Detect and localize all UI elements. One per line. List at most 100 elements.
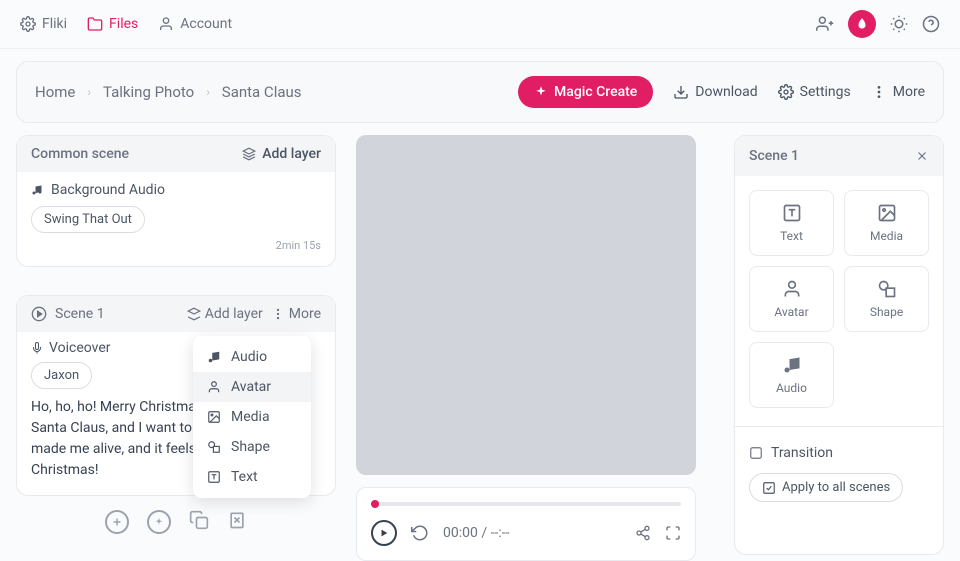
progress-bar[interactable] bbox=[371, 502, 681, 506]
dropdown-text-label: Text bbox=[231, 469, 258, 485]
duration-label: 2min 15s bbox=[31, 239, 321, 252]
brand-label: Fliki bbox=[42, 16, 67, 32]
preview-canvas[interactable] bbox=[356, 135, 696, 475]
progress-handle[interactable] bbox=[371, 500, 379, 508]
ai-scene-button[interactable] bbox=[147, 510, 171, 534]
scene-add-layer-button[interactable]: Add layer bbox=[187, 306, 263, 322]
more-label: More bbox=[893, 84, 925, 100]
copy-icon[interactable] bbox=[189, 510, 209, 530]
plus-icon bbox=[111, 516, 123, 528]
music-note-icon bbox=[207, 350, 221, 364]
user-avatar[interactable] bbox=[848, 10, 876, 38]
text-icon bbox=[207, 470, 221, 484]
user-icon bbox=[158, 16, 174, 32]
fullscreen-icon[interactable] bbox=[665, 525, 681, 541]
music-note-icon bbox=[31, 184, 43, 196]
player-left: 00:00 / --:-- bbox=[371, 520, 509, 546]
right-options: Transition Apply to all scenes bbox=[735, 431, 943, 516]
apply-all-button[interactable]: Apply to all scenes bbox=[749, 473, 903, 502]
chevron-right-icon: › bbox=[87, 85, 91, 99]
dropdown-avatar-label: Avatar bbox=[231, 379, 271, 395]
download-button[interactable]: Download bbox=[673, 84, 757, 100]
more-button[interactable]: More bbox=[871, 84, 925, 100]
nav-left: Fliki Files Account bbox=[20, 16, 232, 32]
theme-icon[interactable] bbox=[890, 15, 908, 33]
scene-title: Scene 1 bbox=[55, 306, 179, 322]
dropdown-text[interactable]: Text bbox=[193, 462, 311, 492]
gear-icon bbox=[778, 84, 794, 100]
sparkle-icon bbox=[534, 85, 548, 99]
folder-icon bbox=[87, 16, 103, 32]
close-icon[interactable] bbox=[915, 149, 929, 163]
toolbar: Home › Talking Photo › Santa Claus Magic… bbox=[16, 61, 944, 123]
help-icon[interactable] bbox=[922, 15, 940, 33]
nav-right bbox=[816, 10, 940, 38]
main: Common scene Add layer Background Audio … bbox=[0, 135, 960, 561]
shape-icon bbox=[877, 279, 897, 299]
voice-chip[interactable]: Jaxon bbox=[31, 362, 92, 389]
scene-more-label: More bbox=[289, 306, 321, 322]
add-scene-button[interactable] bbox=[105, 510, 129, 534]
invite-icon[interactable] bbox=[816, 15, 834, 33]
tile-avatar-label: Avatar bbox=[774, 305, 808, 319]
add-layer-button[interactable]: Add layer bbox=[242, 146, 321, 162]
play-circle-icon[interactable] bbox=[31, 306, 47, 322]
tile-shape-label: Shape bbox=[870, 305, 903, 319]
rewind-icon[interactable] bbox=[411, 524, 429, 542]
tile-text[interactable]: Text bbox=[749, 190, 834, 256]
nav-files[interactable]: Files bbox=[87, 16, 138, 32]
music-note-icon bbox=[782, 355, 802, 375]
breadcrumb-home[interactable]: Home bbox=[35, 83, 75, 101]
scene-more-button[interactable]: More bbox=[271, 306, 321, 322]
scene-actions bbox=[16, 510, 336, 534]
shape-icon bbox=[207, 440, 221, 454]
scene-add-layer-label: Add layer bbox=[205, 306, 263, 322]
user-icon bbox=[782, 279, 802, 299]
divider bbox=[735, 426, 943, 427]
dropdown-shape[interactable]: Shape bbox=[193, 432, 311, 462]
add-layer-label: Add layer bbox=[262, 146, 321, 162]
nav-brand[interactable]: Fliki bbox=[20, 16, 67, 32]
sparkle-icon bbox=[154, 517, 164, 527]
breadcrumb-current: Santa Claus bbox=[222, 83, 302, 101]
delete-icon[interactable] bbox=[227, 510, 247, 530]
play-icon bbox=[379, 528, 389, 538]
audio-track-chip[interactable]: Swing That Out bbox=[31, 206, 145, 233]
right-panel: Scene 1 Text Media Avatar Shap bbox=[734, 135, 944, 555]
tile-grid: Text Media Avatar Shape Audio bbox=[735, 176, 943, 422]
breadcrumb-folder[interactable]: Talking Photo bbox=[103, 83, 194, 101]
timecode: 00:00 / --:-- bbox=[443, 525, 509, 541]
common-scene-body: Background Audio Swing That Out 2min 15s bbox=[17, 172, 335, 266]
download-label: Download bbox=[695, 84, 757, 100]
share-icon[interactable] bbox=[635, 525, 651, 541]
play-button[interactable] bbox=[371, 520, 397, 546]
bg-audio-label: Background Audio bbox=[51, 182, 165, 198]
dropdown-avatar[interactable]: Avatar bbox=[193, 372, 311, 402]
dropdown-audio[interactable]: Audio bbox=[193, 342, 311, 372]
chevron-right-icon: › bbox=[206, 85, 210, 99]
transition-checkbox[interactable]: Transition bbox=[749, 445, 929, 461]
dropdown-shape-label: Shape bbox=[231, 439, 270, 455]
common-scene-title: Common scene bbox=[31, 146, 129, 162]
tile-audio[interactable]: Audio bbox=[749, 342, 834, 408]
image-icon bbox=[207, 410, 221, 424]
bg-audio-row[interactable]: Background Audio bbox=[31, 182, 321, 198]
layers-icon bbox=[187, 307, 201, 321]
flame-icon bbox=[855, 17, 869, 31]
nav-account[interactable]: Account bbox=[158, 16, 232, 32]
apply-all-label: Apply to all scenes bbox=[782, 480, 890, 495]
dropdown-media[interactable]: Media bbox=[193, 402, 311, 432]
breadcrumb: Home › Talking Photo › Santa Claus bbox=[35, 83, 302, 101]
tile-media-label: Media bbox=[870, 229, 903, 243]
tile-avatar[interactable]: Avatar bbox=[749, 266, 834, 332]
player-right bbox=[635, 525, 681, 541]
common-scene-header: Common scene Add layer bbox=[17, 136, 335, 172]
tile-shape[interactable]: Shape bbox=[844, 266, 929, 332]
player-controls: 00:00 / --:-- bbox=[371, 520, 681, 546]
magic-create-button[interactable]: Magic Create bbox=[518, 76, 653, 108]
files-label: Files bbox=[109, 16, 138, 32]
tile-media[interactable]: Media bbox=[844, 190, 929, 256]
checkbox-icon bbox=[749, 446, 763, 460]
right-column: Scene 1 Text Media Avatar Shap bbox=[734, 135, 944, 561]
settings-button[interactable]: Settings bbox=[778, 84, 851, 100]
